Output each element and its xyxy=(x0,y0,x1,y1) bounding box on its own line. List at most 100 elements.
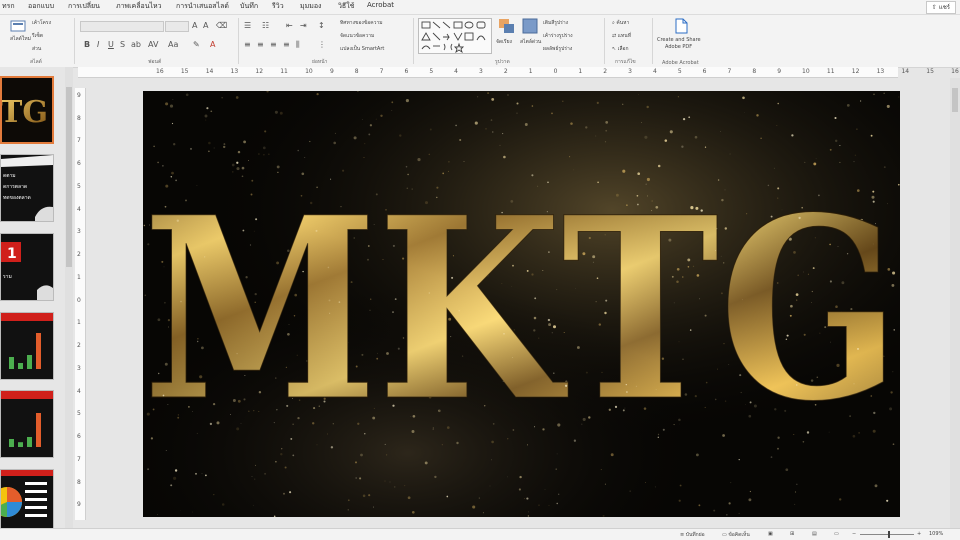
align-right-icon[interactable]: ≡ xyxy=(270,41,277,49)
menu-slideshow[interactable]: การนำเสนอสไลด์ xyxy=(176,1,229,12)
thumbnails-scrollbar[interactable] xyxy=(65,67,73,528)
menu-design[interactable]: ออกแบบ xyxy=(28,1,54,12)
thumbnails-scroll-thumb[interactable] xyxy=(66,87,72,267)
sorter-view-icon[interactable]: ⊞ xyxy=(790,531,794,537)
ruler-h-number: 11 xyxy=(280,68,288,75)
thumbnail-slide-1[interactable]: TG xyxy=(0,76,54,144)
bullets-icon[interactable]: ☰ xyxy=(244,22,251,30)
particle xyxy=(385,444,386,445)
particle xyxy=(789,216,790,217)
font-name-box[interactable] xyxy=(80,21,164,32)
particle xyxy=(551,113,553,115)
thumbnail-slide-3[interactable]: 1 ราม xyxy=(0,233,54,301)
align-left-icon[interactable]: ≡ xyxy=(244,41,251,49)
numbering-icon[interactable]: ☷ xyxy=(262,22,269,30)
quick-styles-button[interactable]: สไตล์ด่วน xyxy=(520,18,540,52)
zoom-in-icon[interactable]: + xyxy=(917,531,921,537)
new-slide-button[interactable]: สไลด์ใหม่ xyxy=(8,18,28,44)
particle xyxy=(816,159,817,160)
select-button[interactable]: ↖ เลือก xyxy=(612,45,629,53)
spacing-icon[interactable]: AV xyxy=(148,41,158,49)
select-label: เลือก xyxy=(618,46,629,52)
menu-insert[interactable]: ทรก xyxy=(2,1,15,12)
shape-fill-button[interactable]: เติมสีรูปร่าง xyxy=(543,19,568,27)
highlight-icon[interactable]: ✎ xyxy=(193,41,200,49)
particle xyxy=(451,277,453,279)
editor-scroll-thumb[interactable] xyxy=(952,88,958,112)
particle xyxy=(175,180,177,182)
share-button[interactable]: ⇧ แชร์ xyxy=(926,1,956,14)
particle xyxy=(429,154,431,156)
line-spacing-icon[interactable]: ↕ xyxy=(318,22,325,30)
convert-smartart-button[interactable]: แปลงเป็น SmartArt xyxy=(340,45,384,53)
grow-font-icon[interactable]: A xyxy=(192,22,197,30)
comments-button[interactable]: ▭ ข้อคิดเห็น xyxy=(722,531,750,539)
zoom-level[interactable]: 109% xyxy=(929,531,943,537)
editor-scrollbar[interactable] xyxy=(950,78,960,528)
particle xyxy=(528,515,529,516)
particle xyxy=(670,130,673,133)
case-icon[interactable]: Aa xyxy=(168,41,178,49)
particle xyxy=(190,148,192,150)
menu-view[interactable]: มุมมอง xyxy=(300,1,321,12)
particle xyxy=(157,514,158,515)
particle xyxy=(641,122,642,123)
thumbnail-slide-2[interactable]: ดตาม ดการตลาด ทดของตลาด xyxy=(0,154,54,222)
columns-icon[interactable]: ⫼ xyxy=(296,41,300,49)
notes-button[interactable]: ≡ บันทึกย่อ xyxy=(680,531,705,539)
align-center-icon[interactable]: ≡ xyxy=(257,41,264,49)
increase-indent-icon[interactable]: ⇥ xyxy=(300,22,307,30)
layout-button[interactable]: เค้าโครง xyxy=(32,19,51,27)
particle xyxy=(323,400,325,402)
particle xyxy=(886,500,888,502)
thumbnail-slide-6[interactable] xyxy=(0,469,54,530)
shape-effects-button[interactable]: ผลลัพธ์รูปร่าง xyxy=(543,45,572,53)
reading-view-icon[interactable]: ▤ xyxy=(812,531,817,537)
replace-button[interactable]: ⇄ แทนที่ xyxy=(612,32,631,40)
particle xyxy=(839,145,840,146)
zoom-out-icon[interactable]: − xyxy=(852,531,856,537)
para-more-icon[interactable]: ⋮ xyxy=(318,41,326,49)
menu-animations[interactable]: ภาพเคลื่อนไหว xyxy=(116,1,162,12)
thumb-bar xyxy=(27,437,32,447)
italic-icon[interactable]: I xyxy=(97,41,99,49)
shapes-gallery[interactable] xyxy=(418,18,492,54)
particle xyxy=(787,335,789,337)
menu-acrobat[interactable]: Acrobat xyxy=(367,1,394,9)
shape-outline-button[interactable]: เค้าร่างรูปร่าง xyxy=(543,32,573,40)
clear-format-icon[interactable]: ⌫ xyxy=(216,22,227,30)
ruler-v-number: 4 xyxy=(77,206,81,213)
slide-canvas[interactable]: MKTG MKTG xyxy=(143,91,900,517)
zoom-slider[interactable] xyxy=(860,534,914,535)
justify-icon[interactable]: ≡ xyxy=(283,41,290,49)
shadow-icon[interactable]: S xyxy=(120,41,125,49)
strike-icon[interactable]: ab xyxy=(131,41,141,49)
menu-review[interactable]: รีวิว xyxy=(272,1,284,12)
bold-icon[interactable]: B xyxy=(84,41,90,49)
font-size-box[interactable] xyxy=(165,21,189,32)
normal-view-icon[interactable]: ▣ xyxy=(768,531,773,537)
thumbnail-slide-5[interactable] xyxy=(0,390,54,458)
decrease-indent-icon[interactable]: ⇤ xyxy=(286,22,293,30)
underline-icon[interactable]: U xyxy=(108,41,114,49)
menu-transitions[interactable]: การเปลี่ยน xyxy=(68,1,100,12)
create-share-pdf-button[interactable]: Create and Share Adobe PDF xyxy=(656,18,706,56)
slideshow-view-icon[interactable]: ▭ xyxy=(834,531,839,537)
align-text-button[interactable]: จัดแนวข้อความ xyxy=(340,32,374,40)
ruler-h-number: 9 xyxy=(777,68,781,75)
particle xyxy=(875,484,878,487)
reset-button[interactable]: รีเซ็ต xyxy=(32,32,43,40)
shrink-font-icon[interactable]: A xyxy=(203,22,208,30)
particle xyxy=(847,253,848,254)
menu-help[interactable]: วิธีใช้ xyxy=(338,1,354,12)
particle xyxy=(605,484,606,485)
particle xyxy=(368,494,370,496)
zoom-slider-thumb[interactable] xyxy=(888,531,890,538)
find-button[interactable]: ⌕ ค้นหา xyxy=(612,19,629,27)
menu-record[interactable]: บันทึก xyxy=(240,1,258,12)
section-button[interactable]: ส่วน xyxy=(32,45,41,53)
thumbnail-slide-4[interactable] xyxy=(0,312,54,380)
font-color-icon[interactable]: A xyxy=(210,41,215,49)
arrange-button[interactable]: จัดเรียง xyxy=(496,18,518,52)
text-direction-button[interactable]: ทิศทางของข้อความ xyxy=(340,19,383,27)
